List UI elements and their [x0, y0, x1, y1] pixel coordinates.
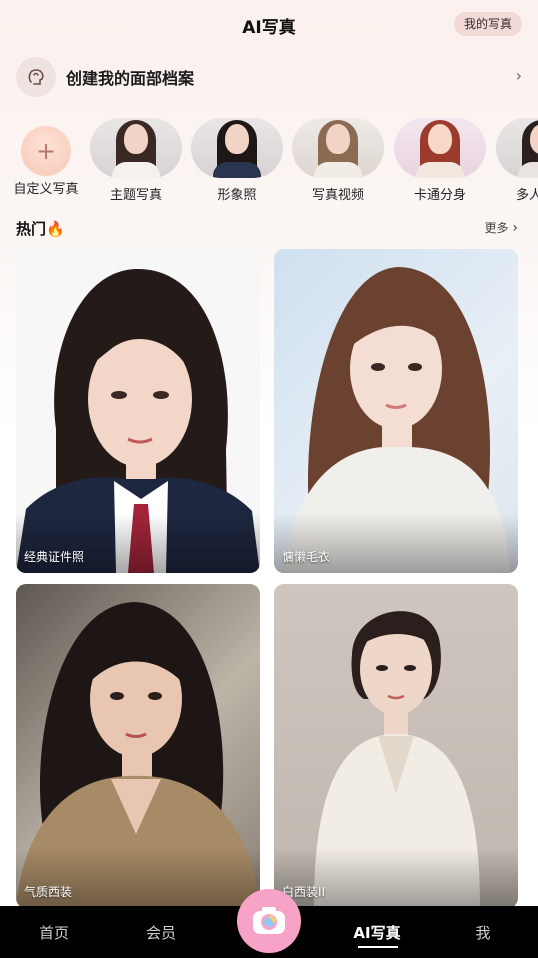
nav-ai-photo[interactable]: AI写真: [337, 922, 417, 943]
plus-icon: +: [21, 126, 71, 176]
category-label: 多人: [516, 188, 538, 202]
more-label: 更多: [484, 221, 509, 235]
category-label: 写真视频: [311, 188, 364, 202]
category-theme[interactable]: 主题写真: [90, 118, 182, 202]
category-label: 卡通分身: [413, 188, 466, 202]
category-thumbnail: [394, 118, 486, 178]
template-card-classic-id[interactable]: 经典证件照: [16, 249, 260, 573]
category-thumbnail: [191, 118, 283, 178]
hot-section-title: 热门🔥: [16, 218, 65, 239]
chevron-right-icon: ›: [512, 220, 518, 236]
category-thumbnail: [292, 118, 384, 178]
category-portrait[interactable]: 形象照: [191, 118, 283, 202]
template-card-white-suit[interactable]: 白西装II: [274, 584, 518, 908]
hot-title-text: 热门: [16, 220, 47, 238]
category-label: 自定义写真: [13, 182, 79, 197]
card-caption: 经典证件照: [24, 550, 85, 564]
template-card-lazy-sweater[interactable]: 慵懒毛衣: [274, 249, 518, 573]
camera-icon: [253, 907, 285, 934]
category-cartoon[interactable]: 卡通分身: [394, 118, 486, 202]
create-face-profile-row[interactable]: 创建我的面部档案 ›: [16, 56, 522, 98]
category-label: 形象照: [217, 188, 257, 202]
face-profile-label: 创建我的面部档案: [66, 69, 195, 88]
nav-me[interactable]: 我: [443, 922, 523, 943]
face-profile-icon: [16, 57, 56, 97]
camera-button[interactable]: [237, 889, 301, 953]
chevron-right-icon: ›: [515, 66, 522, 85]
nav-home[interactable]: 首页: [14, 922, 94, 943]
card-caption: 慵懒毛衣: [282, 550, 331, 564]
card-caption: 气质西装: [24, 885, 73, 899]
category-row: + 自定义写真 主题写真 形象照 写真视频 卡通分身 多人: [0, 118, 538, 202]
fire-icon: 🔥: [46, 220, 65, 238]
more-link[interactable]: 更多 ›: [485, 219, 518, 236]
category-custom[interactable]: + 自定义写真: [0, 118, 92, 197]
category-thumbnail: [496, 118, 538, 178]
template-card-elegant-suit[interactable]: 气质西装: [16, 584, 260, 908]
category-group[interactable]: 多人: [496, 118, 538, 202]
category-video[interactable]: 写真视频: [292, 118, 384, 202]
header: AI写真 我的写真: [0, 0, 538, 48]
category-label: 主题写真: [109, 188, 162, 202]
my-photos-button[interactable]: 我的写真: [453, 12, 522, 36]
category-thumbnail: [90, 118, 182, 178]
nav-membership[interactable]: 会员: [121, 922, 201, 943]
active-tab-indicator: [358, 946, 398, 948]
